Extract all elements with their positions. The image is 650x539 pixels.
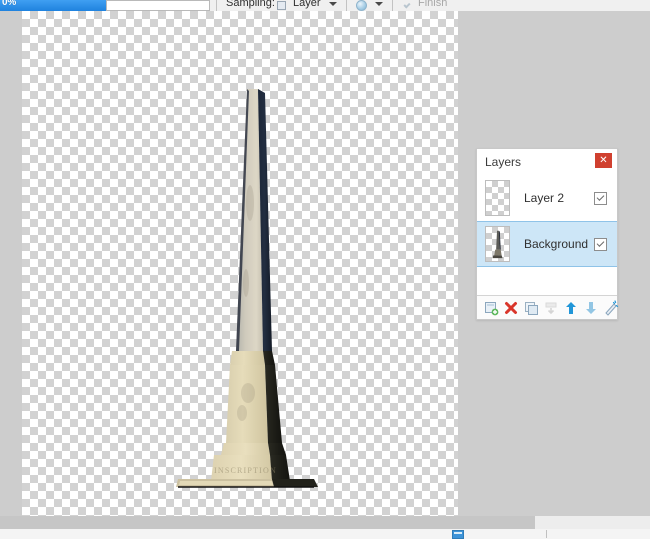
progress-value-label: 0% — [2, 0, 17, 8]
layer-list[interactable]: Layer 2 Background — [477, 175, 617, 267]
close-icon[interactable]: ✕ — [595, 153, 612, 168]
chevron-down-icon[interactable] — [329, 2, 337, 6]
top-toolbar: 0% Sampling: Layer Finish — [0, 0, 650, 11]
panel-title: Layers — [485, 155, 522, 169]
layer-name-label: Background — [524, 237, 589, 251]
layer-visibility-checkbox[interactable] — [594, 191, 607, 205]
finish-button[interactable]: Finish — [418, 0, 447, 9]
checkmark-icon — [402, 0, 413, 11]
merge-down-icon — [543, 300, 559, 316]
status-bar — [0, 529, 650, 539]
horizontal-scrollbar[interactable] — [0, 516, 650, 529]
image-canvas[interactable]: INSCRIPTION — [22, 11, 458, 519]
layer-visibility-checkbox[interactable] — [594, 237, 607, 251]
layer-row-background[interactable]: Background — [477, 221, 617, 267]
sampling-swatch-icon[interactable] — [277, 1, 286, 10]
red-x-icon[interactable] — [503, 300, 519, 316]
arrow-up-icon[interactable] — [563, 300, 579, 316]
properties-wand-icon[interactable] — [603, 299, 619, 316]
layer-thumbnail-empty[interactable] — [485, 180, 510, 216]
svg-text:INSCRIPTION: INSCRIPTION — [214, 466, 277, 475]
chevron-down-icon-2[interactable] — [375, 2, 383, 6]
layers-panel-toolbar[interactable] — [477, 295, 619, 319]
arrow-down-icon[interactable] — [583, 300, 599, 316]
save-indicator-icon[interactable] — [452, 530, 464, 539]
new-layer-icon[interactable] — [483, 300, 499, 316]
copy-layer-icon[interactable] — [523, 300, 539, 316]
toolbar-separator-3 — [392, 0, 393, 11]
sampling-value-label[interactable]: Layer — [293, 0, 321, 9]
obelisk-monument-artwork: INSCRIPTION — [162, 83, 342, 493]
toolbar-separator-1 — [216, 0, 217, 11]
scrollbar-thumb[interactable] — [0, 516, 535, 529]
globe-icon[interactable] — [356, 0, 367, 11]
value-input-field[interactable] — [106, 0, 210, 11]
layers-panel-header: Layers ✕ — [477, 149, 617, 175]
sampling-label: Sampling: — [226, 0, 275, 9]
opacity-progress-bar[interactable]: 0% — [0, 0, 106, 11]
layer-name-label: Layer 2 — [524, 191, 565, 205]
layer-thumbnail-background[interactable] — [485, 226, 510, 262]
status-separator — [546, 530, 547, 538]
toolbar-separator-2 — [346, 0, 347, 11]
layers-panel[interactable]: Layers ✕ Layer 2 Background — [476, 148, 619, 320]
layer-row-layer-2[interactable]: Layer 2 — [477, 175, 617, 221]
